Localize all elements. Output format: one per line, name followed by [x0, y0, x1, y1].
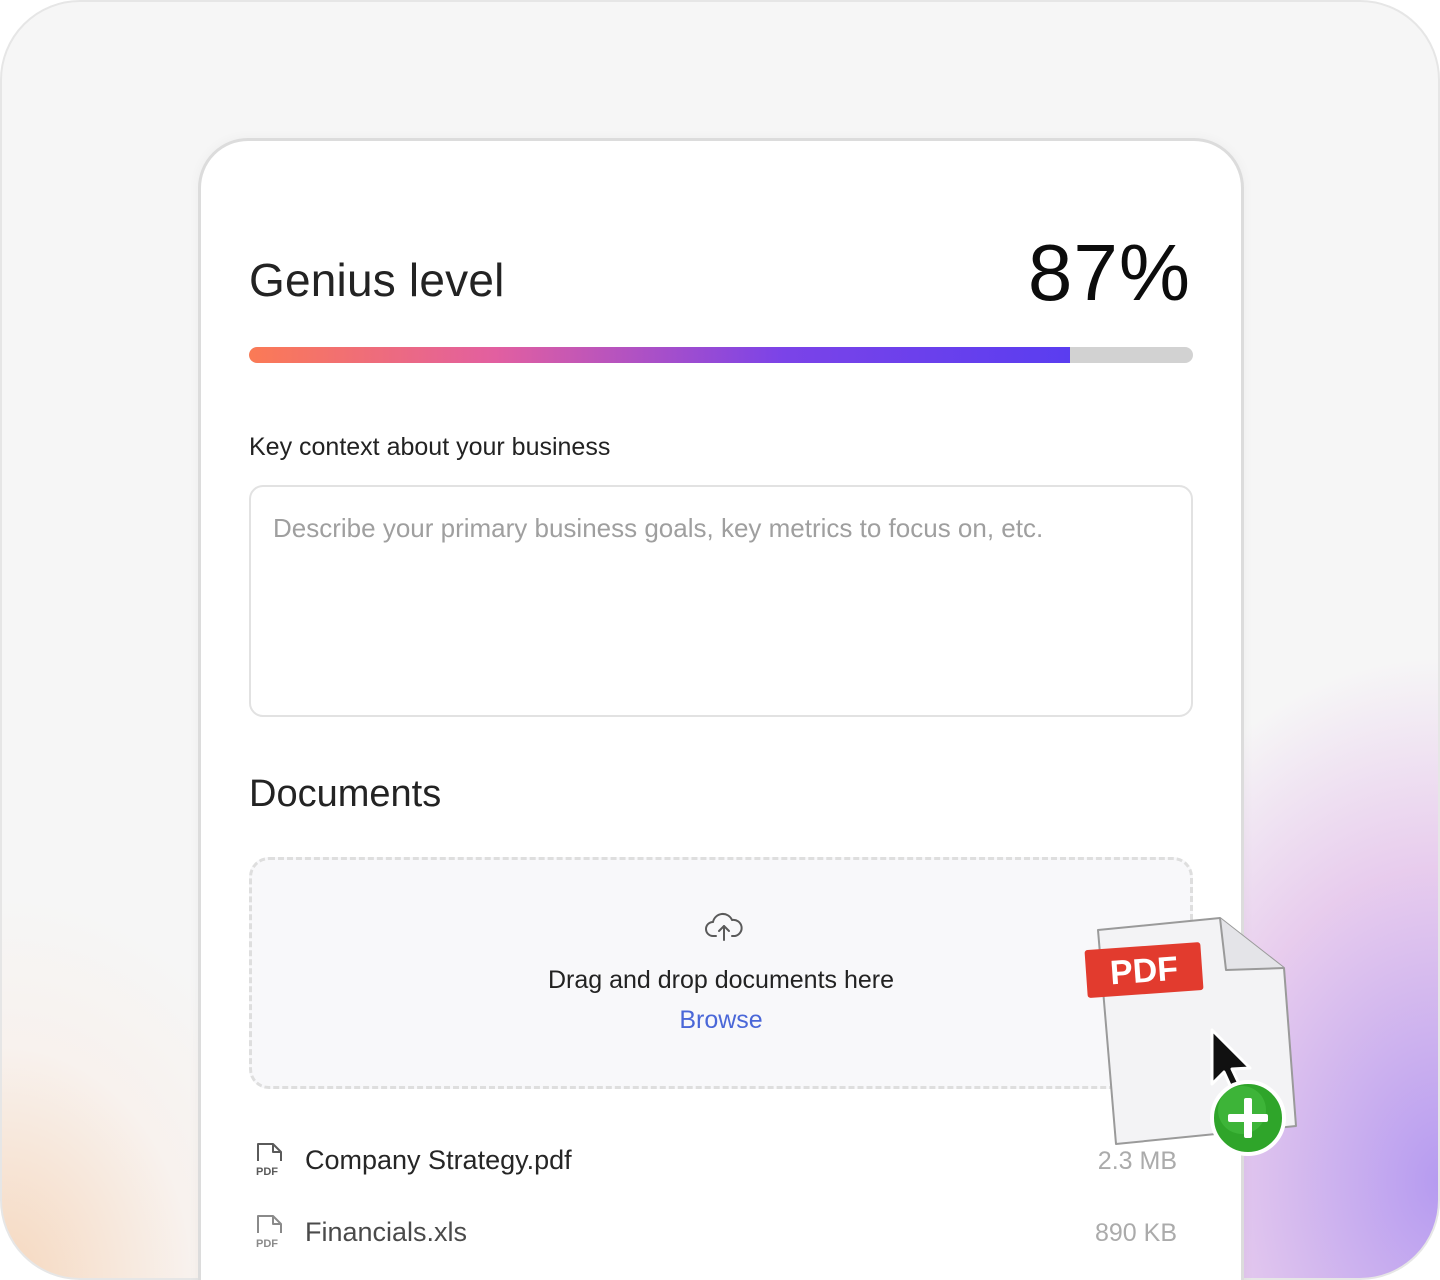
cloud-upload-icon	[705, 912, 743, 941]
pdf-file-icon: PDF	[256, 1143, 282, 1177]
svg-text:PDF: PDF	[256, 1238, 278, 1249]
genius-progress-fill	[249, 347, 1071, 363]
plus-badge-icon	[1210, 1080, 1286, 1156]
genius-level-title: Genius level	[249, 254, 505, 306]
document-dropzone[interactable]: Drag and drop documents here Browse	[249, 857, 1193, 1089]
genius-progress-bar	[249, 347, 1193, 363]
file-name: Company Strategy.pdf	[305, 1145, 572, 1175]
file-list-item[interactable]: PDF Company Strategy.pdf 2.3 MB	[249, 1141, 1177, 1185]
file-list-item[interactable]: PDF Financials.xls 890 KB	[249, 1213, 1177, 1257]
browse-link[interactable]: Browse	[252, 1006, 1190, 1035]
business-context-textarea[interactable]	[249, 485, 1193, 717]
dropzone-instructions: Drag and drop documents here	[547, 966, 895, 994]
file-name: Financials.xls	[305, 1217, 468, 1247]
genius-level-percentage: 87%	[1027, 228, 1191, 317]
documents-heading: Documents	[249, 773, 442, 815]
pdf-file-icon: PDF	[256, 1215, 282, 1249]
svg-text:PDF: PDF	[256, 1166, 278, 1177]
file-size: 890 KB	[1094, 1219, 1177, 1247]
business-context-label: Key context about your business	[249, 433, 611, 461]
pdf-badge-label: PDF	[1109, 950, 1179, 993]
dragged-pdf-file[interactable]: PDF	[1080, 912, 1310, 1162]
